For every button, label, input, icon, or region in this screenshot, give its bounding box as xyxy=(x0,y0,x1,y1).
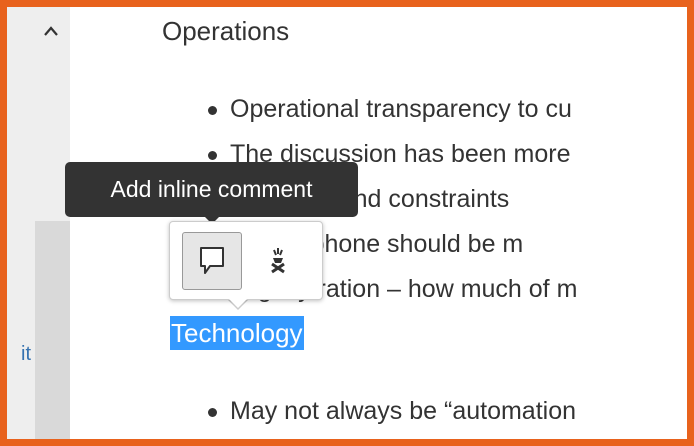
add-inline-comment-button[interactable] xyxy=(182,232,242,290)
section-heading-operations: Operations xyxy=(162,16,290,46)
list-item: May not always be “automation xyxy=(208,397,577,426)
highlight-pen-icon xyxy=(271,248,285,274)
bullet-icon xyxy=(208,408,217,417)
inline-comment-toolbar xyxy=(169,221,323,300)
speech-bubble-icon xyxy=(200,247,224,274)
popup-arrow-inner xyxy=(228,298,248,308)
list-item-text: May not always be “automation xyxy=(230,397,577,425)
chevron-up-icon[interactable] xyxy=(39,19,63,43)
bullet-icon xyxy=(208,151,217,160)
list-item: Operational transparency to cu xyxy=(208,95,572,124)
list-item-text: Operational transparency to cu xyxy=(230,95,572,123)
gutter-scroll-track[interactable] xyxy=(35,221,70,439)
highlight-button[interactable] xyxy=(256,236,300,286)
page-content: Operations Operational transparency to c… xyxy=(70,7,687,439)
screenshot-frame: it Operations Operational transparency t… xyxy=(0,0,694,446)
selected-heading-technology[interactable]: Technology xyxy=(170,316,304,350)
left-gutter: it xyxy=(7,7,70,439)
sidebar-link-fragment[interactable]: it xyxy=(21,343,31,366)
bullet-icon xyxy=(208,106,217,115)
add-inline-comment-tooltip: Add inline comment xyxy=(65,162,358,217)
